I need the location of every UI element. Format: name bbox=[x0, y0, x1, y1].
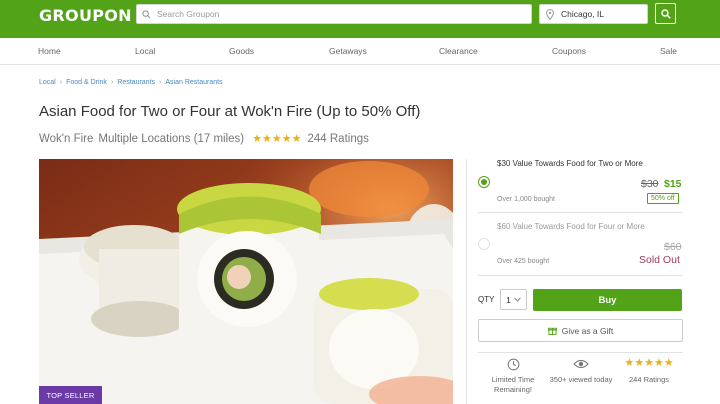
feature-limited-time: Limited Time Remaining! bbox=[478, 358, 548, 395]
give-as-gift-button[interactable]: Give as a Gift bbox=[478, 319, 683, 342]
merchant-name[interactable]: Wok'n Fire bbox=[39, 133, 93, 145]
star-icon: ★ bbox=[271, 132, 282, 145]
map-pin-icon bbox=[542, 8, 558, 20]
option-1-bought: Over 1,000 bought bbox=[497, 196, 555, 203]
option-1-new-price: $15 bbox=[664, 178, 682, 190]
search-button-icon bbox=[660, 8, 671, 19]
nav-getaways[interactable]: Getaways bbox=[329, 46, 367, 56]
breadcrumb-separator: › bbox=[159, 79, 162, 86]
gift-icon bbox=[547, 327, 557, 335]
clock-icon bbox=[478, 358, 548, 372]
buy-button-label: Buy bbox=[598, 294, 617, 306]
star-icon: ★ bbox=[653, 357, 664, 369]
search-input[interactable]: Search Groupon bbox=[136, 4, 532, 24]
category-nav: Home Local Goods Getaways Clearance Coup… bbox=[0, 38, 720, 65]
search-placeholder: Search Groupon bbox=[157, 9, 220, 19]
deal-features: Limited Time Remaining! 350+ viewed toda… bbox=[478, 358, 683, 404]
nav-clearance[interactable]: Clearance bbox=[439, 46, 478, 56]
nav-home[interactable]: Home bbox=[38, 46, 61, 56]
feature-limited-time-text: Limited Time Remaining! bbox=[491, 375, 535, 394]
locations-link[interactable]: Multiple Locations (17 miles) bbox=[98, 133, 244, 145]
chevron-down-icon bbox=[513, 297, 521, 302]
star-icon: ★ bbox=[624, 357, 635, 369]
breadcrumb: Local › Food & Drink › Restaurants › Asi… bbox=[39, 79, 223, 86]
breadcrumb-separator: › bbox=[59, 79, 63, 86]
star-icon: ★ bbox=[291, 132, 302, 145]
header-bar: GROUPON Search Groupon Chicago, IL bbox=[0, 0, 720, 38]
sushi-photo bbox=[39, 159, 453, 404]
qty-value: 1 bbox=[506, 294, 511, 305]
feature-ratings: ★ ★ ★ ★ ★ 244 Ratings bbox=[614, 358, 684, 385]
location-input[interactable]: Chicago, IL bbox=[539, 4, 648, 24]
nav-coupons[interactable]: Coupons bbox=[552, 46, 586, 56]
nav-local[interactable]: Local bbox=[135, 46, 155, 56]
deal-title: Asian Food for Two or Four at Wok'n Fire… bbox=[39, 103, 421, 120]
stars-icon: ★ ★ ★ ★ ★ bbox=[614, 358, 684, 372]
top-seller-badge: TOP SELLER bbox=[39, 386, 102, 404]
deal-subline: Wok'n Fire Multiple Locations (17 miles)… bbox=[39, 133, 369, 145]
star-icon: ★ bbox=[252, 132, 262, 145]
star-icon: ★ bbox=[262, 132, 272, 145]
features-divider bbox=[478, 352, 683, 353]
option-divider bbox=[478, 212, 683, 213]
feature-viewed-text: 350+ viewed today bbox=[549, 375, 613, 384]
search-icon bbox=[137, 9, 155, 19]
star-icon: ★ bbox=[281, 132, 292, 145]
option-2-old-price: $60 bbox=[664, 241, 682, 253]
option-1-discount-badge: 50% off bbox=[647, 193, 679, 204]
panel-divider bbox=[466, 159, 467, 404]
option-2-bought: Over 425 bought bbox=[497, 258, 550, 265]
option-1-label[interactable]: $30 Value Towards Food for Two or More bbox=[497, 159, 643, 168]
feature-ratings-text: 244 Ratings bbox=[628, 375, 670, 384]
qty-label: QTY bbox=[478, 295, 495, 304]
option-1-radio[interactable] bbox=[478, 176, 490, 188]
groupon-logo[interactable]: GROUPON bbox=[39, 6, 132, 25]
star-icon: ★ bbox=[634, 357, 645, 369]
star-icon: ★ bbox=[663, 357, 674, 369]
breadcrumb-local[interactable]: Local bbox=[39, 79, 56, 86]
gift-button-label: Give as a Gift bbox=[561, 325, 614, 336]
star-icon: ★ bbox=[644, 357, 654, 369]
buy-button[interactable]: Buy bbox=[533, 289, 682, 311]
feature-viewed: 350+ viewed today bbox=[546, 358, 616, 385]
option-2-radio[interactable] bbox=[478, 238, 490, 250]
deal-image[interactable] bbox=[39, 159, 453, 404]
option-2-sold-out: Sold Out bbox=[639, 254, 680, 266]
breadcrumb-separator: › bbox=[110, 79, 114, 86]
qty-select[interactable]: 1 bbox=[500, 289, 527, 310]
breadcrumb-restaurants[interactable]: Restaurants bbox=[117, 79, 155, 86]
option-1-old-price: $30 bbox=[641, 178, 659, 190]
location-value: Chicago, IL bbox=[561, 9, 604, 19]
nav-sale[interactable]: Sale bbox=[660, 46, 677, 56]
eye-icon bbox=[546, 358, 616, 372]
search-button[interactable] bbox=[655, 3, 676, 24]
nav-goods[interactable]: Goods bbox=[229, 46, 254, 56]
breadcrumb-food-drink[interactable]: Food & Drink bbox=[66, 79, 107, 86]
breadcrumb-asian-restaurants[interactable]: Asian Restaurants bbox=[165, 79, 222, 86]
option-divider bbox=[478, 275, 683, 276]
ratings-count[interactable]: 244 Ratings bbox=[308, 133, 369, 145]
option-2-label[interactable]: $60 Value Towards Food for Four or More bbox=[497, 222, 645, 231]
rating-stars: ★ ★ ★ ★ ★ bbox=[252, 132, 302, 145]
